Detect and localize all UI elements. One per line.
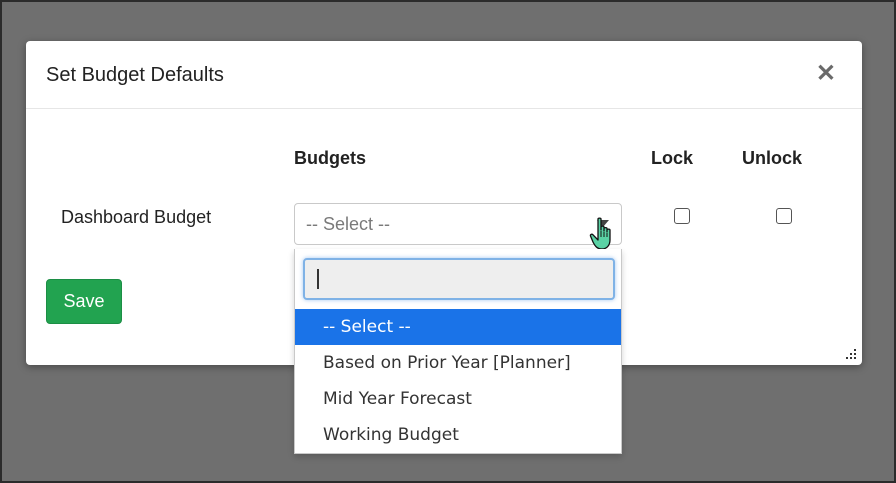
resize-grip-icon[interactable]	[845, 348, 857, 360]
unlock-checkbox[interactable]	[776, 208, 792, 224]
dialog-header: Set Budget Defaults ✕	[26, 41, 862, 109]
dashboard-budget-label: Dashboard Budget	[61, 207, 212, 227]
screenshot-frame: Set Budget Defaults ✕ Budgets Lock Unloc…	[0, 0, 896, 483]
lock-column-header: Lock	[651, 148, 694, 168]
hand-pointer-icon	[589, 217, 611, 250]
close-icon[interactable]: ✕	[816, 59, 836, 88]
budget-dropdown-menu: -- Select -- Based on Prior Year [Planne…	[294, 249, 622, 454]
dropdown-search-input[interactable]	[303, 258, 615, 300]
save-button[interactable]: Save	[46, 279, 122, 324]
unlock-column-header: Unlock	[742, 148, 803, 168]
dialog-title: Set Budget Defaults	[46, 64, 224, 86]
lock-checkbox[interactable]	[674, 208, 690, 224]
dropdown-option-select[interactable]: -- Select --	[295, 309, 621, 345]
budget-select-value: -- Select --	[306, 214, 391, 234]
budgets-column-header: Budgets	[294, 148, 366, 168]
dropdown-option-mid-year-forecast[interactable]: Mid Year Forecast	[295, 381, 621, 417]
dropdown-option-prior-year[interactable]: Based on Prior Year [Planner]	[295, 345, 621, 381]
budget-select[interactable]: -- Select --	[294, 203, 622, 245]
dropdown-option-working-budget[interactable]: Working Budget	[295, 417, 621, 453]
text-caret	[317, 269, 319, 289]
